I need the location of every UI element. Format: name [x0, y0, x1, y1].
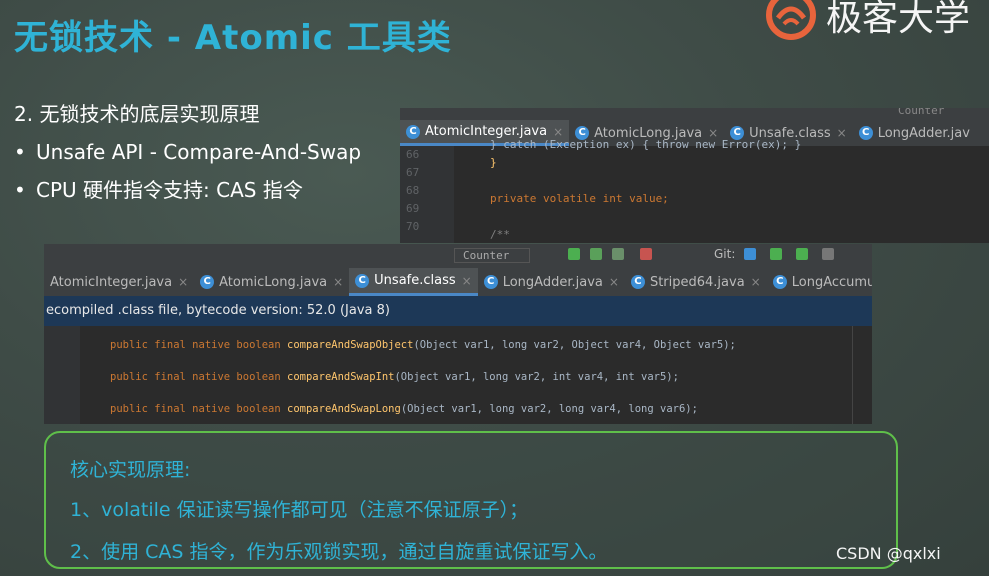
bullet-item: 2. 无锁技术的底层实现原理	[14, 100, 361, 138]
java-class-icon: C	[772, 275, 787, 289]
code-line: public final native boolean compareAndSw…	[110, 403, 698, 415]
tab-longadder[interactable]: C LongAdder.jav	[853, 120, 976, 146]
tab-label: Striped64.java	[649, 274, 745, 290]
java-class-icon: C	[355, 273, 370, 288]
tab-longadder[interactable]: C LongAdder.java ×	[478, 268, 625, 296]
java-class-icon: C	[200, 275, 215, 289]
callout-item: 2、使用 CAS 指令，作为乐观锁实现，通过自旋重试保证写入。	[70, 541, 608, 563]
run-config-select[interactable]: Counter	[454, 248, 531, 263]
profile-icon[interactable]	[640, 248, 652, 260]
ide-screenshot-top: Counter C AtomicInteger.java × C AtomicL…	[400, 108, 989, 243]
principle-callout: 核心实现原理: 1、volatile 保证读写操作都可见（注意不保证原子）； 2…	[44, 431, 898, 569]
line-gutter: 66 67 68 69 70	[400, 146, 454, 243]
bullet-text: CPU 硬件指令支持: CAS 指令	[36, 178, 303, 202]
line-number: 68	[406, 184, 420, 197]
code-line: }	[490, 156, 497, 169]
tab-atomicinteger[interactable]: AtomicInteger.java ×	[44, 268, 194, 296]
java-class-icon: C	[858, 126, 873, 140]
editor-tabbar: AtomicInteger.java × C AtomicLong.java ×…	[44, 268, 872, 296]
debug-icon[interactable]	[590, 248, 602, 260]
close-icon[interactable]: ×	[462, 274, 472, 288]
logo-icon	[766, 0, 816, 40]
line-number: 67	[406, 166, 420, 179]
tab-label: AtomicInteger.java	[425, 124, 548, 139]
code-editor[interactable]: public final native boolean compareAndSw…	[44, 326, 872, 424]
bullet-list: 2. 无锁技术的底层实现原理 • Unsafe API - Compare-And…	[14, 100, 361, 214]
git-update-icon[interactable]	[744, 248, 756, 260]
right-margin-guide	[852, 326, 853, 424]
method-params: (Object var1, long var2, int var4, int v…	[394, 371, 679, 383]
code-line: private volatile int value;	[490, 192, 669, 205]
bullet-text: Unsafe API - Compare-And-Swap	[36, 140, 362, 164]
tab-label: AtomicInteger.java	[50, 274, 173, 290]
java-class-icon: C	[483, 275, 498, 289]
close-icon[interactable]: ×	[178, 275, 188, 289]
line-number: 70	[406, 220, 420, 233]
run-config-hint[interactable]: Counter	[898, 108, 944, 117]
tab-label: Unsafe.class	[374, 273, 456, 288]
method-name: compareAndSwapInt	[287, 371, 395, 383]
method-modifiers: public final native boolean	[110, 339, 281, 351]
close-icon[interactable]: ×	[553, 125, 563, 139]
code-line: } catch (Exception ex) { throw new Error…	[490, 138, 802, 151]
git-label: Git:	[714, 247, 736, 261]
method-name: compareAndSwapObject	[287, 339, 414, 351]
tab-label: LongAdder.java	[502, 274, 603, 290]
tab-unsafe[interactable]: C Unsafe.class ×	[349, 268, 478, 296]
logo-text: 极客大学	[826, 0, 971, 39]
bullet-marker: •	[14, 178, 26, 202]
slide-title: 无锁技术 - Atomic 工具类	[14, 18, 452, 58]
close-icon[interactable]: ×	[609, 275, 619, 289]
callout-item: 1、volatile 保证读写操作都可见（注意不保证原子）；	[70, 499, 529, 521]
java-class-icon: C	[630, 275, 645, 289]
code-line: public final native boolean compareAndSw…	[110, 371, 679, 383]
history-icon[interactable]	[822, 248, 834, 260]
tab-striped64[interactable]: C Striped64.java ×	[625, 268, 767, 296]
ide-toolbar: Counter	[400, 108, 989, 120]
code-line: public final native boolean compareAndSw…	[110, 339, 736, 351]
tab-longaccumulator[interactable]: C LongAccumulator.ja	[767, 268, 872, 296]
line-number: 66	[406, 148, 420, 161]
decompiled-info-bar: ecompiled .class file, bytecode version:…	[44, 296, 872, 326]
tab-label: LongAccumulator.ja	[791, 274, 872, 290]
callout-heading: 核心实现原理:	[70, 459, 191, 481]
method-name: compareAndSwapLong	[287, 403, 401, 415]
csdn-watermark: CSDN @qxlxi	[836, 544, 941, 563]
tab-label: LongAdder.jav	[877, 125, 970, 141]
git-commit-icon[interactable]	[770, 248, 782, 260]
code-editor[interactable]: 66 67 68 69 70 } catch (Exception ex) { …	[400, 138, 989, 243]
git-push-icon[interactable]	[796, 248, 808, 260]
java-class-icon: C	[406, 124, 420, 139]
coverage-icon[interactable]	[612, 248, 624, 260]
ide-toolbar: Counter Git:	[44, 244, 872, 268]
bullet-text: 2. 无锁技术的底层实现原理	[14, 102, 260, 126]
tab-atomiclong[interactable]: C AtomicLong.java ×	[194, 268, 349, 296]
code-line: /**	[490, 228, 510, 241]
close-icon[interactable]: ×	[333, 275, 343, 289]
method-modifiers: public final native boolean	[110, 371, 281, 383]
method-modifiers: public final native boolean	[110, 403, 281, 415]
bullet-item: • CPU 硬件指令支持: CAS 指令	[14, 176, 361, 214]
run-icon[interactable]	[568, 248, 580, 260]
line-number: 69	[406, 202, 420, 215]
geekbang-logo: 极客大学	[760, 0, 970, 42]
bullet-marker: •	[14, 140, 26, 164]
tab-label: AtomicLong.java	[219, 274, 328, 290]
close-icon[interactable]: ×	[751, 275, 761, 289]
method-params: (Object var1, long var2, Object var4, Ob…	[413, 339, 736, 351]
close-icon[interactable]: ×	[837, 126, 847, 140]
bullet-item: • Unsafe API - Compare-And-Swap	[14, 138, 361, 176]
line-gutter	[44, 326, 80, 424]
ide-screenshot-bottom: Counter Git: AtomicInteger.java × C Atom…	[44, 244, 872, 424]
method-params: (Object var1, long var2, long var4, long…	[400, 403, 698, 415]
